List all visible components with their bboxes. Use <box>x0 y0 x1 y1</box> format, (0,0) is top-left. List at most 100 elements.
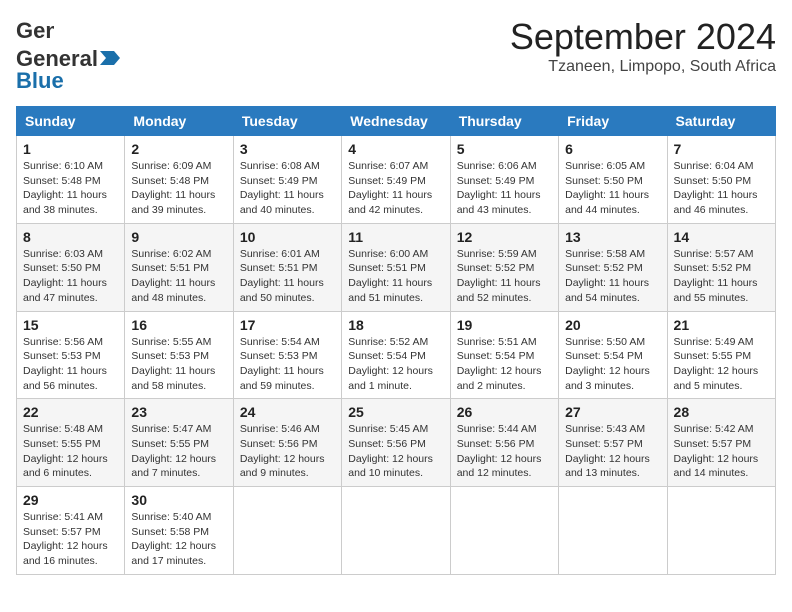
calendar-cell: 30 Sunrise: 5:40 AMSunset: 5:58 PMDaylig… <box>125 487 233 575</box>
day-number: 22 <box>23 404 118 420</box>
weekday-header-friday: Friday <box>559 107 667 136</box>
day-number: 12 <box>457 229 552 245</box>
calendar-week-row: 22 Sunrise: 5:48 AMSunset: 5:55 PMDaylig… <box>17 399 776 487</box>
weekday-header-wednesday: Wednesday <box>342 107 450 136</box>
day-info: Sunrise: 5:47 AMSunset: 5:55 PMDaylight:… <box>131 423 216 479</box>
calendar-table: SundayMondayTuesdayWednesdayThursdayFrid… <box>16 106 776 575</box>
day-info: Sunrise: 5:57 AMSunset: 5:52 PMDaylight:… <box>674 248 758 304</box>
day-number: 19 <box>457 317 552 333</box>
logo-blue-text: Blue <box>16 68 64 94</box>
day-info: Sunrise: 6:06 AMSunset: 5:49 PMDaylight:… <box>457 160 541 216</box>
day-info: Sunrise: 5:58 AMSunset: 5:52 PMDaylight:… <box>565 248 649 304</box>
logo-icon: General <box>16 16 54 46</box>
day-info: Sunrise: 5:48 AMSunset: 5:55 PMDaylight:… <box>23 423 108 479</box>
day-info: Sunrise: 6:01 AMSunset: 5:51 PMDaylight:… <box>240 248 324 304</box>
day-number: 26 <box>457 404 552 420</box>
day-info: Sunrise: 6:00 AMSunset: 5:51 PMDaylight:… <box>348 248 432 304</box>
day-info: Sunrise: 6:04 AMSunset: 5:50 PMDaylight:… <box>674 160 758 216</box>
calendar-cell <box>450 487 558 575</box>
day-info: Sunrise: 5:50 AMSunset: 5:54 PMDaylight:… <box>565 336 650 392</box>
day-number: 27 <box>565 404 660 420</box>
calendar-cell: 27 Sunrise: 5:43 AMSunset: 5:57 PMDaylig… <box>559 399 667 487</box>
calendar-cell: 25 Sunrise: 5:45 AMSunset: 5:56 PMDaylig… <box>342 399 450 487</box>
weekday-header-thursday: Thursday <box>450 107 558 136</box>
calendar-cell: 21 Sunrise: 5:49 AMSunset: 5:55 PMDaylig… <box>667 311 775 399</box>
day-info: Sunrise: 5:40 AMSunset: 5:58 PMDaylight:… <box>131 511 216 567</box>
day-number: 18 <box>348 317 443 333</box>
weekday-header-tuesday: Tuesday <box>233 107 341 136</box>
day-number: 2 <box>131 141 226 157</box>
day-info: Sunrise: 6:08 AMSunset: 5:49 PMDaylight:… <box>240 160 324 216</box>
day-number: 3 <box>240 141 335 157</box>
calendar-cell: 20 Sunrise: 5:50 AMSunset: 5:54 PMDaylig… <box>559 311 667 399</box>
weekday-header-sunday: Sunday <box>17 107 125 136</box>
calendar-cell: 5 Sunrise: 6:06 AMSunset: 5:49 PMDayligh… <box>450 136 558 224</box>
calendar-cell: 8 Sunrise: 6:03 AMSunset: 5:50 PMDayligh… <box>17 223 125 311</box>
calendar-cell: 16 Sunrise: 5:55 AMSunset: 5:53 PMDaylig… <box>125 311 233 399</box>
calendar-week-row: 1 Sunrise: 6:10 AMSunset: 5:48 PMDayligh… <box>17 136 776 224</box>
calendar-cell: 6 Sunrise: 6:05 AMSunset: 5:50 PMDayligh… <box>559 136 667 224</box>
calendar-cell <box>233 487 341 575</box>
day-info: Sunrise: 6:10 AMSunset: 5:48 PMDaylight:… <box>23 160 107 216</box>
calendar-week-row: 15 Sunrise: 5:56 AMSunset: 5:53 PMDaylig… <box>17 311 776 399</box>
calendar-cell: 28 Sunrise: 5:42 AMSunset: 5:57 PMDaylig… <box>667 399 775 487</box>
calendar-cell <box>667 487 775 575</box>
day-number: 24 <box>240 404 335 420</box>
day-number: 4 <box>348 141 443 157</box>
day-number: 13 <box>565 229 660 245</box>
day-info: Sunrise: 6:02 AMSunset: 5:51 PMDaylight:… <box>131 248 215 304</box>
calendar-cell: 9 Sunrise: 6:02 AMSunset: 5:51 PMDayligh… <box>125 223 233 311</box>
day-number: 30 <box>131 492 226 508</box>
svg-text:General: General <box>16 18 54 43</box>
weekday-header-row: SundayMondayTuesdayWednesdayThursdayFrid… <box>17 107 776 136</box>
day-number: 29 <box>23 492 118 508</box>
day-number: 20 <box>565 317 660 333</box>
day-number: 23 <box>131 404 226 420</box>
day-info: Sunrise: 5:55 AMSunset: 5:53 PMDaylight:… <box>131 336 215 392</box>
day-info: Sunrise: 6:03 AMSunset: 5:50 PMDaylight:… <box>23 248 107 304</box>
day-info: Sunrise: 5:42 AMSunset: 5:57 PMDaylight:… <box>674 423 759 479</box>
calendar-cell: 26 Sunrise: 5:44 AMSunset: 5:56 PMDaylig… <box>450 399 558 487</box>
day-info: Sunrise: 5:43 AMSunset: 5:57 PMDaylight:… <box>565 423 650 479</box>
day-number: 17 <box>240 317 335 333</box>
calendar-cell: 13 Sunrise: 5:58 AMSunset: 5:52 PMDaylig… <box>559 223 667 311</box>
day-info: Sunrise: 5:45 AMSunset: 5:56 PMDaylight:… <box>348 423 433 479</box>
day-number: 7 <box>674 141 769 157</box>
day-number: 28 <box>674 404 769 420</box>
day-number: 5 <box>457 141 552 157</box>
day-info: Sunrise: 5:59 AMSunset: 5:52 PMDaylight:… <box>457 248 541 304</box>
day-info: Sunrise: 5:49 AMSunset: 5:55 PMDaylight:… <box>674 336 759 392</box>
month-title: September 2024 <box>510 16 776 58</box>
weekday-header-saturday: Saturday <box>667 107 775 136</box>
calendar-cell: 7 Sunrise: 6:04 AMSunset: 5:50 PMDayligh… <box>667 136 775 224</box>
day-number: 10 <box>240 229 335 245</box>
title-block: September 2024 Tzaneen, Limpopo, South A… <box>510 16 776 76</box>
calendar-cell: 24 Sunrise: 5:46 AMSunset: 5:56 PMDaylig… <box>233 399 341 487</box>
calendar-cell: 2 Sunrise: 6:09 AMSunset: 5:48 PMDayligh… <box>125 136 233 224</box>
day-info: Sunrise: 5:51 AMSunset: 5:54 PMDaylight:… <box>457 336 542 392</box>
day-number: 25 <box>348 404 443 420</box>
calendar-cell: 22 Sunrise: 5:48 AMSunset: 5:55 PMDaylig… <box>17 399 125 487</box>
day-number: 21 <box>674 317 769 333</box>
day-info: Sunrise: 6:07 AMSunset: 5:49 PMDaylight:… <box>348 160 432 216</box>
day-number: 1 <box>23 141 118 157</box>
day-number: 15 <box>23 317 118 333</box>
location-title: Tzaneen, Limpopo, South Africa <box>510 58 776 76</box>
calendar-cell: 12 Sunrise: 5:59 AMSunset: 5:52 PMDaylig… <box>450 223 558 311</box>
day-number: 6 <box>565 141 660 157</box>
calendar-cell <box>342 487 450 575</box>
day-number: 9 <box>131 229 226 245</box>
calendar-cell: 4 Sunrise: 6:07 AMSunset: 5:49 PMDayligh… <box>342 136 450 224</box>
calendar-cell: 23 Sunrise: 5:47 AMSunset: 5:55 PMDaylig… <box>125 399 233 487</box>
weekday-header-monday: Monday <box>125 107 233 136</box>
day-info: Sunrise: 5:56 AMSunset: 5:53 PMDaylight:… <box>23 336 107 392</box>
calendar-week-row: 8 Sunrise: 6:03 AMSunset: 5:50 PMDayligh… <box>17 223 776 311</box>
day-info: Sunrise: 5:52 AMSunset: 5:54 PMDaylight:… <box>348 336 433 392</box>
calendar-cell <box>559 487 667 575</box>
calendar-cell: 15 Sunrise: 5:56 AMSunset: 5:53 PMDaylig… <box>17 311 125 399</box>
page-header: General General Blue September 2024 Tzan… <box>16 16 776 94</box>
day-info: Sunrise: 5:46 AMSunset: 5:56 PMDaylight:… <box>240 423 325 479</box>
day-number: 14 <box>674 229 769 245</box>
day-info: Sunrise: 6:05 AMSunset: 5:50 PMDaylight:… <box>565 160 649 216</box>
day-info: Sunrise: 5:54 AMSunset: 5:53 PMDaylight:… <box>240 336 324 392</box>
